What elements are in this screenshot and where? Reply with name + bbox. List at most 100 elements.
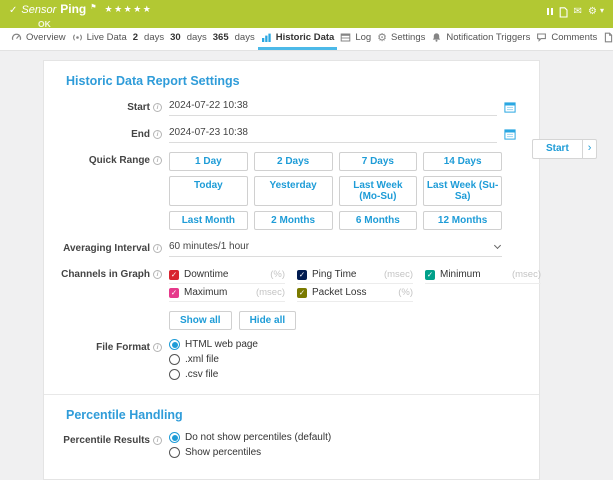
radio-button[interactable] <box>169 369 180 380</box>
radio-button[interactable] <box>169 447 180 458</box>
file-format-xml-option[interactable]: .xml file <box>169 354 539 365</box>
info-icon[interactable]: i <box>153 244 162 253</box>
option-label: .csv file <box>185 369 218 380</box>
tab-365-days[interactable]: 365days <box>210 28 258 50</box>
channels-row: Channels in Graph i ✓ Downtime (%) ✓ Pin… <box>44 266 539 330</box>
option-label: Show percentiles <box>185 447 261 458</box>
tab-label: Notification Triggers <box>446 32 530 43</box>
info-icon[interactable]: i <box>153 270 162 279</box>
start-datetime-input[interactable] <box>169 98 497 116</box>
quick-range-1-day-button[interactable]: 1 Day <box>169 152 248 171</box>
live-data-icon <box>72 32 83 43</box>
channel-unit: (%) <box>270 269 285 280</box>
radio-button[interactable] <box>169 432 180 443</box>
start-report-label: Start <box>533 140 582 158</box>
email-icon[interactable]: ✉ <box>574 6 582 17</box>
channel-checkbox[interactable]: ✓ <box>169 270 179 280</box>
quick-range-buttons: 1 Day 2 Days 7 Days 14 Days Today Yester… <box>169 152 502 230</box>
channel-maximum: ✓ Maximum (msec) <box>169 284 285 302</box>
hide-all-button[interactable]: Hide all <box>239 311 297 330</box>
settings-gear-icon[interactable]: ⚙ <box>588 6 597 17</box>
quick-range-last-week-mo-su-button[interactable]: Last Week (Mo-Su) <box>339 176 418 206</box>
tab-live-data[interactable]: Live Data <box>69 28 130 50</box>
radio-button[interactable] <box>169 339 180 350</box>
bell-icon <box>431 32 442 43</box>
tab-settings[interactable]: ⚙ Settings <box>374 28 428 50</box>
option-label: Do not show percentiles (default) <box>185 432 331 443</box>
tab-log[interactable]: Log <box>337 28 374 50</box>
tab-historic-data[interactable]: Historic Data <box>258 28 338 50</box>
gauge-icon <box>11 32 22 43</box>
info-icon[interactable]: i <box>153 103 162 112</box>
favorite-stars-icon[interactable]: ★★★★★ <box>105 3 153 16</box>
quick-range-2-months-button[interactable]: 2 Months <box>254 211 333 230</box>
tab-history[interactable]: History <box>600 28 613 50</box>
info-icon[interactable]: i <box>153 343 162 352</box>
percentile-results-row: Percentile Results i Do not show percent… <box>44 432 539 458</box>
show-all-button[interactable]: Show all <box>169 311 232 330</box>
quick-range-12-months-button[interactable]: 12 Months <box>423 211 502 230</box>
percentile-results-label: Percentile Results <box>63 435 150 446</box>
channel-downtime: ✓ Downtime (%) <box>169 266 285 284</box>
channel-name: Packet Loss <box>312 287 393 298</box>
report-settings-title: Historic Data Report Settings <box>66 74 539 88</box>
tab-label-number: 2 <box>133 32 138 43</box>
start-field-label: Start <box>127 102 150 113</box>
tab-2-days[interactable]: 2 days <box>130 28 167 50</box>
file-format-html-option[interactable]: HTML web page <box>169 339 539 350</box>
menu-caret-icon[interactable]: ▾ <box>600 6 604 15</box>
calendar-icon[interactable] <box>504 101 516 113</box>
quick-range-last-month-button[interactable]: Last Month <box>169 211 248 230</box>
quick-range-2-days-button[interactable]: 2 Days <box>254 152 333 171</box>
percentile-show-option[interactable]: Show percentiles <box>169 447 539 458</box>
info-icon[interactable]: i <box>153 130 162 139</box>
averaging-interval-value: 60 minutes/1 hour <box>169 241 249 252</box>
channel-checkbox[interactable]: ✓ <box>425 270 435 280</box>
channel-list: ✓ Downtime (%) ✓ Ping Time (msec) ✓ Mini… <box>169 266 541 302</box>
channel-checkbox[interactable]: ✓ <box>297 270 307 280</box>
file-format-options: HTML web page .xml file .csv file <box>169 339 539 380</box>
tab-notification-triggers[interactable]: Notification Triggers <box>428 28 533 50</box>
header-action-icons: ✉ ⚙ ▾ <box>547 3 604 28</box>
channel-minimum: ✓ Minimum (msec) <box>425 266 541 284</box>
quick-range-label: Quick Range <box>89 155 150 166</box>
priority-flag-icon: ⚑ <box>90 1 96 14</box>
channel-unit: (%) <box>398 287 413 298</box>
tab-comments[interactable]: Comments <box>533 28 600 50</box>
sensor-type-label: Sensor <box>21 4 56 17</box>
quick-range-last-week-su-sa-button[interactable]: Last Week (Su-Sa) <box>423 176 502 206</box>
channel-checkbox[interactable]: ✓ <box>297 288 307 298</box>
file-format-label: File Format <box>96 342 150 353</box>
tab-label: days <box>187 32 207 43</box>
info-icon[interactable]: i <box>153 436 162 445</box>
end-field-label: End <box>131 129 150 140</box>
pause-icon[interactable] <box>547 6 553 15</box>
start-report-button[interactable]: Start › <box>532 139 597 159</box>
tab-overview[interactable]: Overview <box>8 28 69 50</box>
quick-range-yesterday-button[interactable]: Yesterday <box>254 176 333 206</box>
end-datetime-input[interactable] <box>169 125 497 143</box>
percentile-hide-option[interactable]: Do not show percentiles (default) <box>169 432 539 443</box>
quick-range-7-days-button[interactable]: 7 Days <box>339 152 418 171</box>
calendar-icon[interactable] <box>504 128 516 140</box>
quick-range-6-months-button[interactable]: 6 Months <box>339 211 418 230</box>
info-icon[interactable]: i <box>153 156 162 165</box>
tab-label-number: 365 <box>213 32 229 43</box>
averaging-interval-select[interactable]: 60 minutes/1 hour <box>169 239 502 257</box>
tab-30-days[interactable]: 30days <box>167 28 210 50</box>
tab-label: Historic Data <box>276 32 335 43</box>
option-label: HTML web page <box>185 339 258 350</box>
quick-range-today-button[interactable]: Today <box>169 176 248 206</box>
historic-data-report-panel: Historic Data Report Settings Start i En… <box>43 60 540 480</box>
tab-label: days <box>144 32 164 43</box>
chevron-right-icon: › <box>582 140 597 158</box>
channel-name: Ping Time <box>312 269 379 280</box>
tab-label: Log <box>355 32 371 43</box>
quick-range-14-days-button[interactable]: 14 Days <box>423 152 502 171</box>
file-format-csv-option[interactable]: .csv file <box>169 369 539 380</box>
report-icon[interactable] <box>559 6 568 18</box>
sensor-name: Ping <box>60 3 86 16</box>
radio-button[interactable] <box>169 354 180 365</box>
channel-checkbox[interactable]: ✓ <box>169 288 179 298</box>
tab-label: Comments <box>551 32 597 43</box>
